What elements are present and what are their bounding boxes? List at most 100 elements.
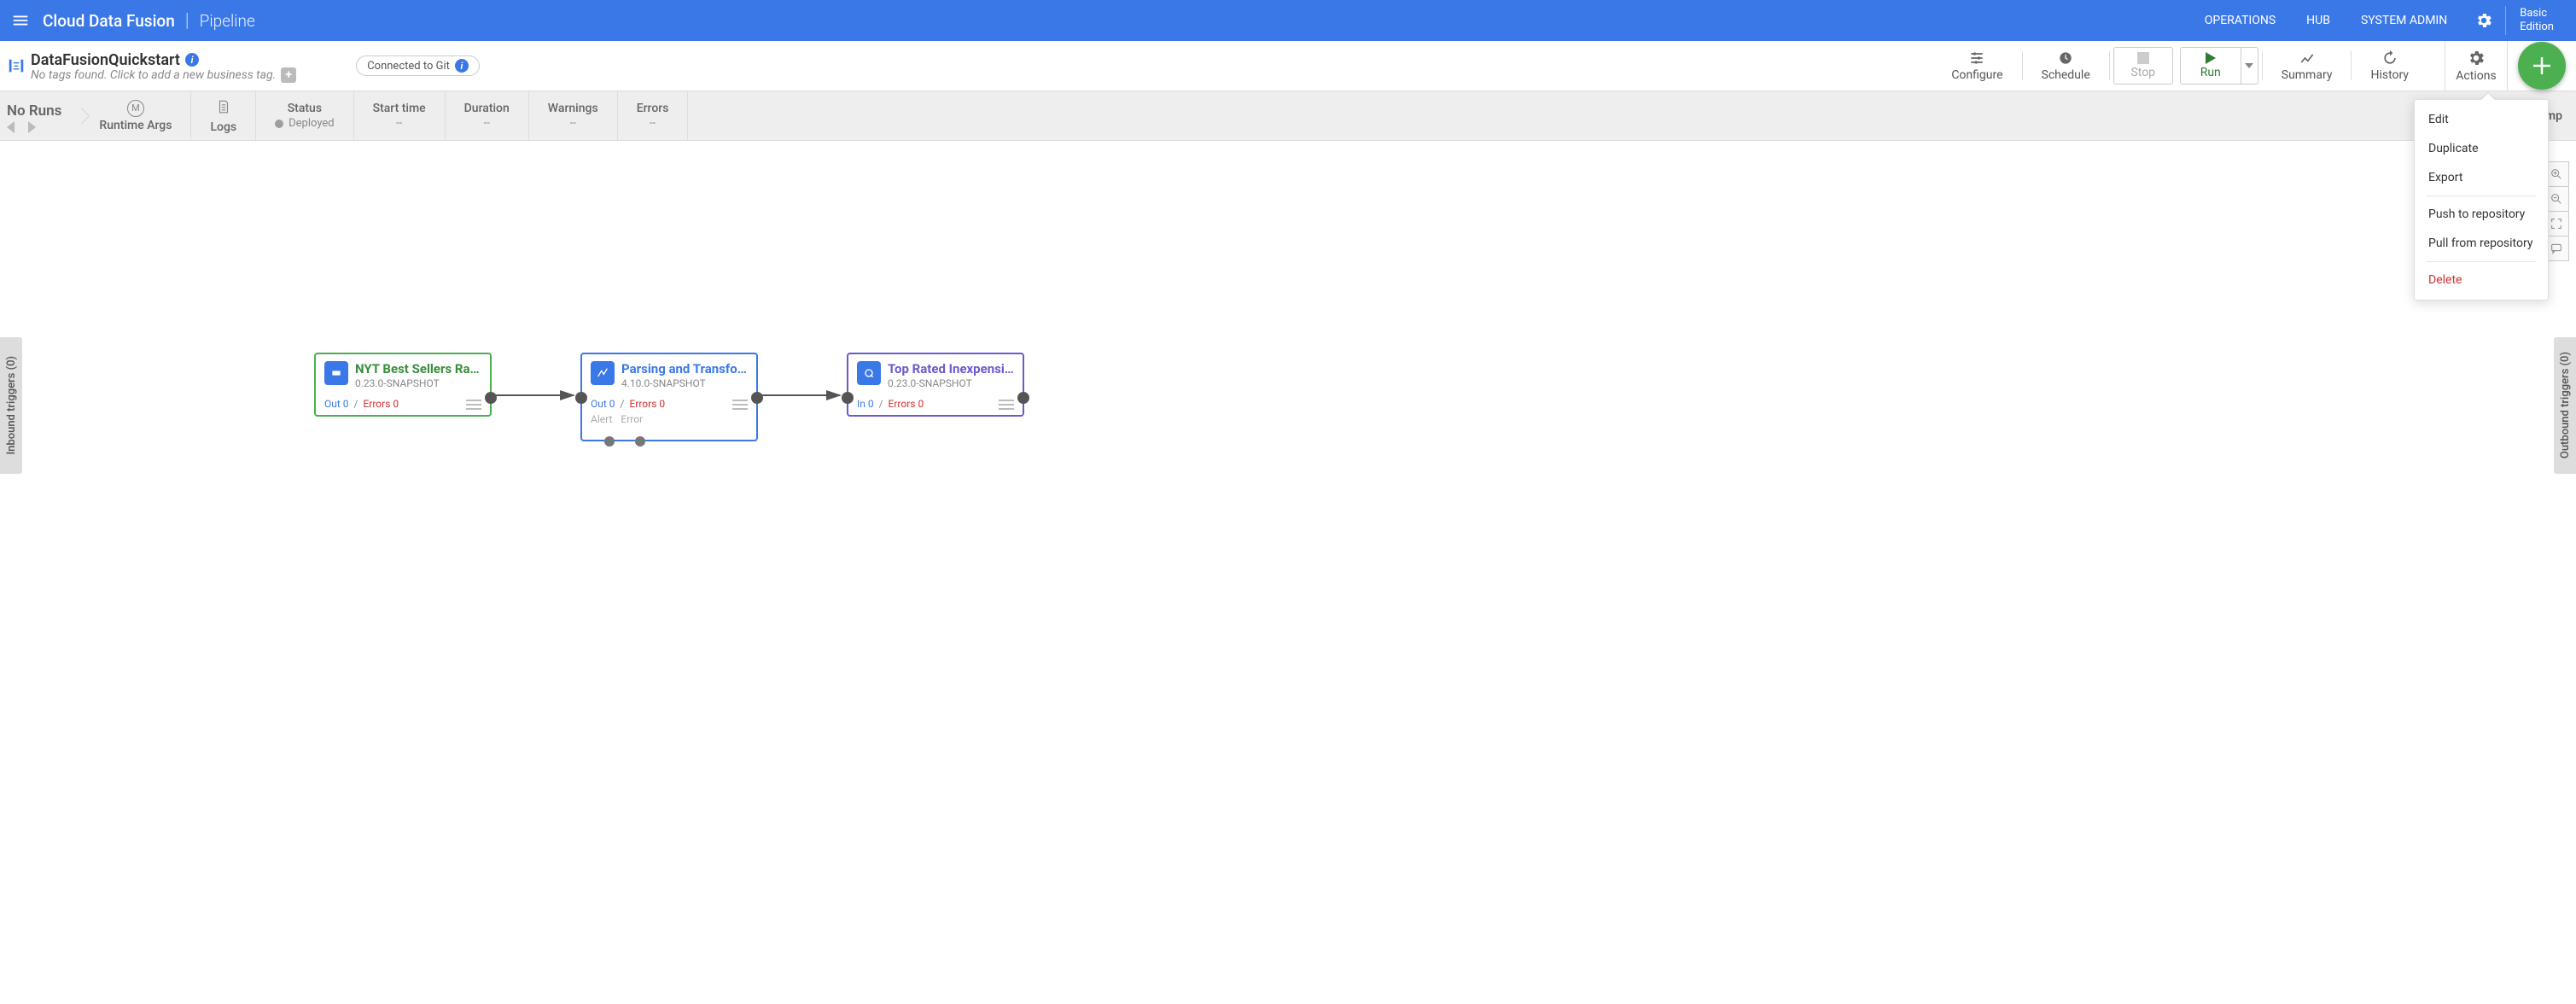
add-fab-button[interactable] (2518, 42, 2566, 90)
node2-errors: Errors 0 (629, 398, 665, 410)
errors-label: Errors (637, 102, 669, 115)
summary-button[interactable]: Summary (2263, 41, 2352, 90)
brand-separator: | (185, 10, 189, 32)
history-button[interactable]: History (2352, 41, 2427, 90)
warnings-label: Warnings (548, 102, 598, 115)
node1-errors: Errors 0 (363, 398, 399, 410)
action-export[interactable]: Export (2415, 163, 2548, 192)
logs-label: Logs (210, 120, 236, 134)
info-icon[interactable]: i (185, 53, 199, 67)
node2-out: Out 0 (591, 398, 615, 410)
node1-menu-button[interactable] (466, 400, 481, 410)
settings-icon[interactable] (2474, 11, 2493, 30)
node1-out: Out 0 (324, 398, 349, 410)
status-errors: Errors -- (618, 91, 689, 140)
canvas[interactable]: Inbound triggers (0) Outbound triggers (… (0, 141, 2576, 521)
status-start-time: Start time -- (354, 91, 446, 140)
plus-icon (2529, 53, 2555, 79)
run-button[interactable]: Run (2181, 48, 2241, 84)
history-icon (2381, 50, 2398, 67)
logs-button[interactable]: Logs (191, 91, 256, 140)
brand: Cloud Data Fusion | Pipeline (43, 10, 255, 32)
zoom-in-icon (2550, 167, 2563, 181)
status-warnings: Warnings -- (529, 91, 618, 140)
svg-text:Ξ: Ξ (13, 61, 20, 73)
outbound-triggers-label: Outbound triggers (0) (2559, 352, 2572, 458)
node2-title: Parsing and Transfo… (621, 361, 748, 376)
top-nav: OPERATIONS HUB SYSTEM ADMIN Basic Editio… (2189, 0, 2567, 41)
chart-icon (2299, 50, 2316, 67)
node1-out-port[interactable] (485, 392, 497, 404)
status-bar: No Runs M Runtime Args Logs Status Deplo… (0, 91, 2576, 141)
node3-in-port[interactable] (842, 392, 854, 404)
status-label: Status (288, 102, 322, 115)
node3-title: Top Rated Inexpensi… (888, 361, 1014, 376)
tags-row[interactable]: No tags found. Click to add a new busine… (31, 67, 296, 83)
stop-button[interactable]: Stop (2113, 47, 2173, 85)
brand-name: Cloud Data Fusion (43, 11, 175, 31)
run-dropdown-button[interactable] (2241, 48, 2258, 84)
edition-line2: Edition (2520, 20, 2554, 34)
duration-label: Duration (464, 102, 510, 115)
prev-run-button[interactable] (7, 121, 15, 133)
node2-menu-button[interactable] (732, 400, 748, 410)
node-transform[interactable]: Parsing and Transfo… 4.10.0-SNAPSHOT Out… (580, 353, 758, 441)
node1-title: NYT Best Sellers Ra… (355, 361, 481, 376)
fit-icon (2550, 217, 2563, 231)
nav-operations[interactable]: OPERATIONS (2189, 0, 2291, 41)
node1-version: 0.23.0-SNAPSHOT (355, 377, 481, 389)
node2-error-port[interactable] (635, 436, 645, 447)
status-value: Deployed (275, 117, 335, 130)
node2-alert-port[interactable] (604, 436, 615, 447)
toolbar: Configure Schedule Stop Run Summary (1932, 41, 2576, 90)
play-icon (2206, 52, 2216, 64)
action-delete[interactable]: Delete (2415, 266, 2548, 295)
node3-out-port[interactable] (1017, 392, 1029, 404)
edition-badge[interactable]: Basic Edition (2506, 7, 2567, 35)
actions-button[interactable]: Actions (2445, 41, 2508, 90)
node2-out-port[interactable] (751, 392, 763, 404)
schedule-button[interactable]: Schedule (2023, 41, 2109, 90)
pipeline-logo-icon: Ξ (7, 56, 26, 75)
action-duplicate[interactable]: Duplicate (2415, 134, 2548, 163)
nav-system-admin[interactable]: SYSTEM ADMIN (2346, 0, 2462, 41)
pipeline-info: DataFusionQuickstart i No tags found. Cl… (31, 48, 296, 85)
node2-in-port[interactable] (575, 392, 587, 404)
transform-node-icon (591, 361, 615, 385)
action-push[interactable]: Push to repository (2415, 200, 2548, 229)
caret-down-icon (2245, 63, 2253, 68)
node-source[interactable]: NYT Best Sellers Ra… 0.23.0-SNAPSHOT Out… (314, 353, 492, 417)
nav-hub[interactable]: HUB (2291, 0, 2346, 41)
comment-icon (2550, 242, 2563, 255)
node3-menu-button[interactable] (999, 400, 1014, 410)
node3-in: In 0 (857, 398, 874, 410)
action-edit[interactable]: Edit (2415, 105, 2548, 134)
edition-line1: Basic (2520, 7, 2554, 20)
status-duration: Duration -- (446, 91, 529, 140)
node-sink[interactable]: Top Rated Inexpensi… 0.23.0-SNAPSHOT In … (847, 353, 1024, 417)
node3-errors: Errors 0 (889, 398, 924, 410)
clock-icon (2057, 50, 2074, 67)
source-node-icon (324, 361, 348, 385)
git-status-text: Connected to Git (367, 60, 450, 73)
node3-version: 0.23.0-SNAPSHOT (888, 377, 1014, 389)
action-pull[interactable]: Pull from repository (2415, 229, 2548, 258)
sliders-icon (1968, 50, 1985, 67)
pipeline-name[interactable]: DataFusionQuickstart (31, 51, 180, 69)
git-status-pill[interactable]: Connected to Git i (356, 55, 480, 76)
run-label: Run (2200, 66, 2221, 79)
inbound-triggers-tab[interactable]: Inbound triggers (0) (0, 337, 22, 474)
configure-label: Configure (1951, 68, 2002, 82)
next-run-button[interactable] (28, 121, 36, 133)
start-time-value: -- (396, 117, 402, 130)
git-info-icon[interactable]: i (455, 59, 469, 73)
node2-version: 4.10.0-SNAPSHOT (621, 377, 748, 389)
start-time-label: Start time (373, 102, 426, 115)
schedule-label: Schedule (2042, 68, 2090, 82)
add-tag-button[interactable]: + (281, 67, 296, 83)
runtime-args-button[interactable]: M Runtime Args (80, 91, 191, 140)
node2-error-label: Error (621, 413, 643, 425)
outbound-triggers-tab[interactable]: Outbound triggers (0) (2554, 337, 2576, 474)
hamburger-menu[interactable] (9, 9, 32, 32)
configure-button[interactable]: Configure (1932, 41, 2021, 90)
